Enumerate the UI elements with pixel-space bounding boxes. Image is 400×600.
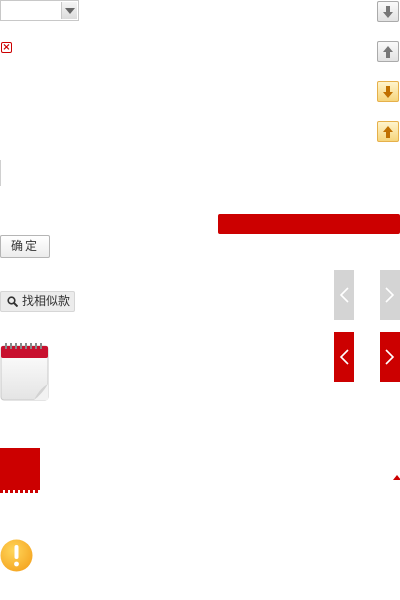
divider bbox=[0, 160, 1, 186]
chevron-left-icon bbox=[339, 287, 349, 303]
chevron-left-icon bbox=[339, 349, 349, 365]
red-swatch bbox=[0, 448, 40, 493]
chevron-right-icon bbox=[385, 349, 395, 365]
arrow-up-icon bbox=[383, 126, 393, 138]
warning-icon bbox=[0, 539, 33, 572]
prev-button[interactable] bbox=[334, 332, 354, 382]
calendar-icon bbox=[0, 343, 49, 401]
prev-button-disabled[interactable] bbox=[334, 270, 354, 320]
move-up-button-active[interactable] bbox=[377, 121, 399, 142]
find-similar-button[interactable]: 找相似款 bbox=[0, 291, 75, 312]
move-up-button[interactable] bbox=[377, 41, 399, 62]
close-icon[interactable]: × bbox=[1, 42, 12, 53]
caret-up-icon bbox=[393, 475, 400, 480]
red-action-bar[interactable] bbox=[218, 214, 400, 234]
arrow-up-icon bbox=[383, 46, 393, 58]
move-down-button[interactable] bbox=[377, 1, 399, 22]
select-dropdown[interactable] bbox=[0, 0, 79, 21]
chevron-right-icon bbox=[385, 287, 395, 303]
chevron-down-icon[interactable] bbox=[61, 2, 77, 19]
next-button[interactable] bbox=[380, 332, 400, 382]
search-icon bbox=[7, 296, 18, 307]
arrow-down-icon bbox=[383, 6, 393, 18]
confirm-button[interactable]: 确定 bbox=[0, 235, 50, 258]
find-similar-label: 找相似款 bbox=[22, 294, 71, 308]
next-button-disabled[interactable] bbox=[380, 270, 400, 320]
arrow-down-icon bbox=[383, 86, 393, 98]
move-down-button-active[interactable] bbox=[377, 81, 399, 102]
